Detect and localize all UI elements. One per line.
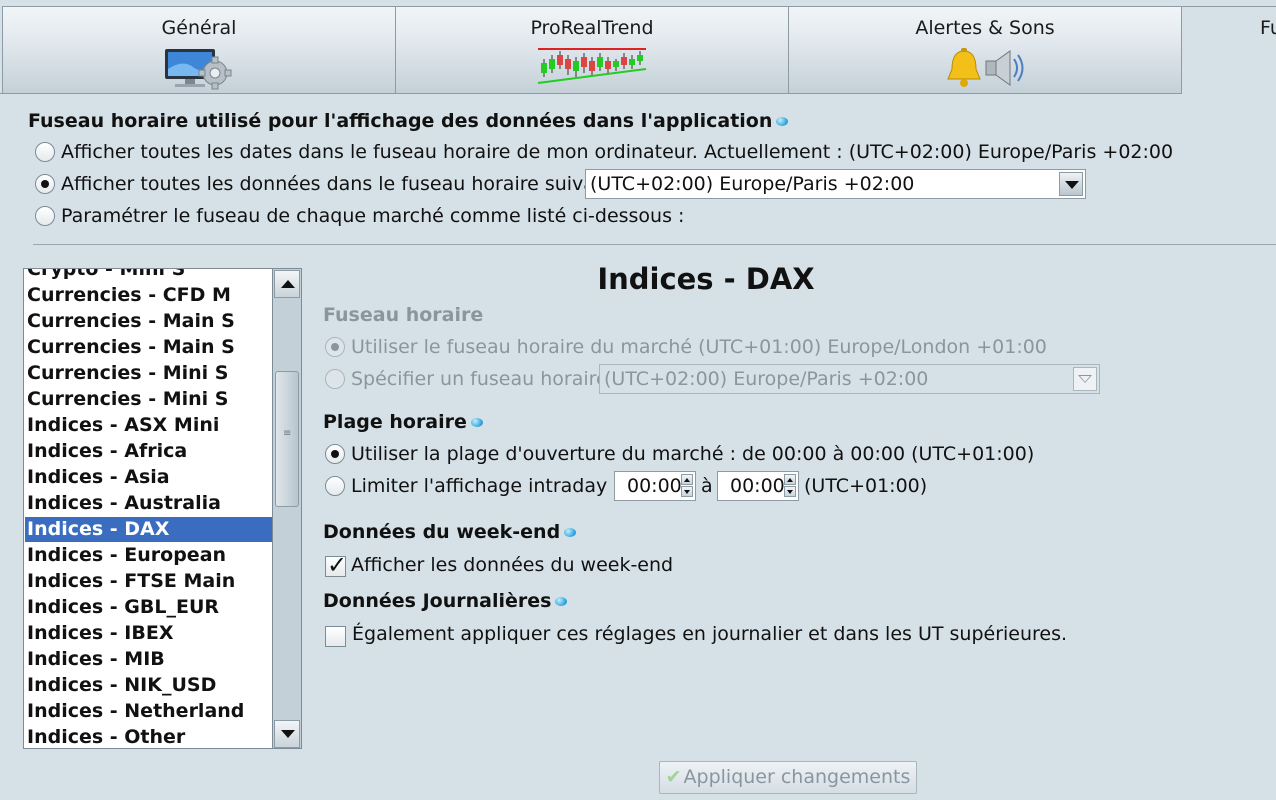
info-icon[interactable] xyxy=(555,597,568,606)
check-icon: ✔ xyxy=(665,766,682,788)
range-to-value: 00:00 xyxy=(730,475,785,497)
scroll-up-button[interactable] xyxy=(274,270,300,298)
market-detail-title: Indices - DAX xyxy=(597,262,815,296)
spinner-up-icon[interactable] xyxy=(681,474,693,485)
market-list-item[interactable]: Indices - Netherland xyxy=(25,699,272,724)
scroll-down-button[interactable] xyxy=(274,720,300,748)
apply-changes-label: Appliquer changements xyxy=(683,766,911,788)
market-list-item[interactable]: Indices - DAX xyxy=(25,517,272,542)
tab-label: Alertes & Sons xyxy=(915,17,1055,39)
radio-market-timezone[interactable] xyxy=(325,337,345,357)
market-list-scrollbar[interactable] xyxy=(273,268,302,749)
bell-speaker-icon xyxy=(942,47,1028,95)
range-separator: à xyxy=(701,475,713,497)
timezone-select[interactable]: (UTC+02:00) Europe/Paris +02:00 xyxy=(585,169,1086,199)
market-list-item[interactable]: Indices - Australia xyxy=(25,491,272,516)
market-list-item[interactable]: Indices - Other xyxy=(25,725,272,748)
spinner-down-icon[interactable] xyxy=(681,486,693,497)
radio-custom-timezone-label: Afficher toutes les données dans le fuse… xyxy=(61,173,627,195)
weekend-checkbox[interactable]: ✓ xyxy=(325,551,347,579)
trend-chart-icon xyxy=(536,47,648,91)
info-icon[interactable] xyxy=(564,528,577,537)
daily-heading: Données Journalières xyxy=(323,590,568,612)
radio-per-market-timezone-label: Paramétrer le fuseau de chaque marché co… xyxy=(61,205,685,227)
tab-bar: Général ProRealTrend Alertes & Sons Fu xyxy=(0,0,1276,94)
tab-label: Général xyxy=(161,17,237,39)
radio-specify-timezone-label: Spécifier un fuseau horaire : xyxy=(351,368,621,390)
radio-limit-range-label: Limiter l'affichage intraday de xyxy=(351,475,638,497)
spinner-down-icon[interactable] xyxy=(784,486,796,497)
chevron-down-icon[interactable] xyxy=(1059,172,1083,196)
market-list[interactable]: Crypto - Mini S Currencies - CFD M Currenc… xyxy=(23,268,273,749)
info-icon[interactable] xyxy=(470,418,483,427)
range-from-value: 00:00 xyxy=(627,475,682,497)
market-list-item[interactable]: Indices - FTSE Main xyxy=(25,569,272,594)
weekend-checkbox-label: Afficher les données du week-end xyxy=(351,554,674,576)
radio-market-range[interactable] xyxy=(325,444,345,464)
weekend-heading-text: Données du week-end xyxy=(323,521,561,543)
tz-heading: Fuseau horaire xyxy=(323,304,484,326)
range-heading: Plage horaire xyxy=(323,411,483,433)
market-list-item[interactable]: Indices - IBEX xyxy=(25,621,272,646)
specify-timezone-select[interactable]: (UTC+02:00) Europe/Paris +02:00 xyxy=(599,364,1100,394)
tab-general[interactable]: Général xyxy=(2,6,396,93)
tab-alertes-sons[interactable]: Alertes & Sons xyxy=(788,6,1182,93)
radio-limit-range[interactable] xyxy=(325,476,345,496)
range-heading-text: Plage horaire xyxy=(323,411,467,433)
tab-label: ProRealTrend xyxy=(530,17,654,39)
specify-timezone-value: (UTC+02:00) Europe/Paris +02:00 xyxy=(604,368,929,390)
spinner-up-icon[interactable] xyxy=(784,474,796,485)
checkmark-icon: ✓ xyxy=(327,551,348,579)
apply-changes-button[interactable]: ✔ Appliquer changements xyxy=(659,761,917,794)
market-list-item[interactable]: Currencies - CFD M xyxy=(25,283,272,308)
radio-computer-timezone[interactable] xyxy=(35,142,55,162)
daily-heading-text: Données Journalières xyxy=(323,590,552,612)
daily-checkbox[interactable] xyxy=(325,626,346,647)
market-list-item[interactable]: Currencies - Mini S xyxy=(25,361,272,386)
market-list-item[interactable]: Indices - MIB xyxy=(25,647,272,672)
timezone-select-value: (UTC+02:00) Europe/Paris +02:00 xyxy=(590,173,915,195)
range-to-spinner[interactable]: 00:00 xyxy=(717,471,799,501)
timezone-section-title: Fuseau horaire utilisé pour l'affichage … xyxy=(28,110,789,132)
market-list-item[interactable]: Indices - GBL_EUR xyxy=(25,595,272,620)
radio-computer-timezone-label: Afficher toutes les dates dans le fuseau… xyxy=(61,141,1174,163)
tab-prorealtrend[interactable]: ProRealTrend xyxy=(395,6,789,93)
market-list-item[interactable]: Indices - Asia xyxy=(25,465,272,490)
daily-checkbox-label: Également appliquer ces réglages en jour… xyxy=(352,623,1068,645)
tab-label: Fu xyxy=(1260,17,1276,39)
chevron-down-icon[interactable] xyxy=(1073,367,1097,391)
tab-fuseau[interactable]: Fu xyxy=(1181,6,1276,94)
market-list-item[interactable]: Indices - European xyxy=(25,543,272,568)
market-list-item[interactable]: Indices - Africa xyxy=(25,439,272,464)
market-list-item[interactable]: Currencies - Main S xyxy=(25,335,272,360)
market-list-item[interactable]: Indices - NIK_USD xyxy=(25,673,272,698)
radio-per-market-timezone[interactable] xyxy=(35,206,55,226)
section-divider xyxy=(33,244,1276,245)
range-from-spinner[interactable]: 00:00 xyxy=(614,471,696,501)
radio-specify-timezone[interactable] xyxy=(325,369,345,389)
info-icon[interactable] xyxy=(776,117,789,126)
monitor-gear-icon xyxy=(163,47,235,95)
tab-divider xyxy=(0,93,1181,94)
market-list-item[interactable]: Crypto - Mini S xyxy=(25,269,272,282)
timezone-section-title-text: Fuseau horaire utilisé pour l'affichage … xyxy=(28,110,773,132)
radio-custom-timezone[interactable] xyxy=(35,174,55,194)
market-list-item[interactable]: Indices - ASX Mini xyxy=(25,413,272,438)
market-list-item[interactable]: Currencies - Main S xyxy=(25,309,272,334)
scroll-thumb[interactable] xyxy=(275,371,299,507)
market-list-item[interactable]: Currencies - Mini S xyxy=(25,387,272,412)
range-timezone: (UTC+01:00) xyxy=(804,475,928,497)
radio-market-timezone-label: Utiliser le fuseau horaire du marché (UT… xyxy=(351,336,1047,358)
weekend-heading: Données du week-end xyxy=(323,521,577,543)
radio-market-range-label: Utiliser la plage d'ouverture du marché … xyxy=(351,443,1035,465)
